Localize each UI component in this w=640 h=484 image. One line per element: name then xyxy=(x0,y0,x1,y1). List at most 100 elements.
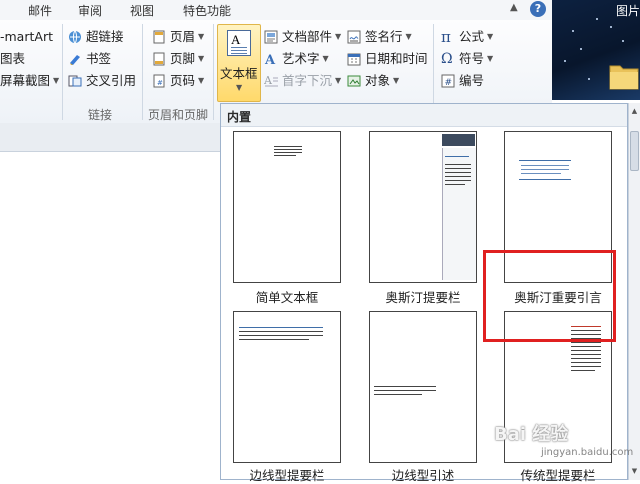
group-separator xyxy=(62,24,63,120)
wordart-icon: A xyxy=(264,53,276,66)
signature-line-icon xyxy=(347,30,361,44)
object-label: 对象 xyxy=(365,73,391,88)
number-button[interactable]: # 编号 xyxy=(441,71,484,91)
gallery-item-label: 简单文本框 xyxy=(255,290,319,305)
chevron-down-icon: ▼ xyxy=(198,32,205,41)
cross-reference-button[interactable]: 交叉引用 xyxy=(68,71,136,91)
chart-button[interactable]: 图表 xyxy=(0,49,25,69)
chevron-down-icon: ▼ xyxy=(335,32,342,41)
page-number-label: 页码 xyxy=(170,73,196,88)
quick-parts-label: 文档部件 xyxy=(282,29,333,44)
footer-label: 页脚 xyxy=(170,51,196,66)
gallery-item-austin-sidebar[interactable] xyxy=(369,131,477,283)
desktop-background: 图片 xyxy=(552,0,640,100)
page-number-button[interactable]: # 页码 ▼ xyxy=(152,71,204,91)
highlight-annotation-box xyxy=(483,250,616,342)
number-icon: # xyxy=(441,74,455,88)
hyperlink-button[interactable]: 超链接 xyxy=(68,27,124,47)
object-button[interactable]: 对象 ▼ xyxy=(347,71,399,91)
drop-cap-button[interactable]: A 首字下沉 ▼ xyxy=(264,71,341,91)
calendar-icon xyxy=(347,53,361,66)
object-icon xyxy=(347,75,361,87)
gallery-item-simple-text-box[interactable] xyxy=(233,131,341,283)
document-ruler xyxy=(0,123,220,152)
smartart-label: -martArt xyxy=(0,29,53,44)
gallery-item-border-sidebar[interactable] xyxy=(233,311,341,463)
baidu-watermark-url: jingyan.baidu.com xyxy=(541,447,634,458)
scroll-up-icon[interactable]: ▲ xyxy=(630,105,639,117)
baidu-watermark: Bai 经验 xyxy=(494,424,569,445)
cross-reference-label: 交叉引用 xyxy=(86,73,137,88)
chevron-down-icon: ▼ xyxy=(53,76,60,85)
header-footer-group-label: 页眉和页脚 xyxy=(148,108,209,122)
chart-label: 图表 xyxy=(0,51,26,66)
tab-special-features[interactable]: 特色功能 xyxy=(183,2,231,19)
equation-label: 公式 xyxy=(459,29,485,44)
quick-parts-button[interactable]: 文档部件 ▼ xyxy=(264,27,341,47)
symbol-button[interactable]: Ω 符号 ▼ xyxy=(441,49,493,69)
chevron-down-icon: ▼ xyxy=(393,76,400,85)
footer-button[interactable]: 页脚 ▼ xyxy=(152,49,204,69)
ribbon-tab-strip: 邮件 审阅 视图 特色功能 ▲ ? xyxy=(0,0,552,21)
hyperlink-label: 超链接 xyxy=(86,29,124,44)
signature-line-label: 签名行 xyxy=(365,29,403,44)
gallery-item-border-quote[interactable] xyxy=(369,311,477,463)
quick-parts-icon xyxy=(264,30,278,44)
gallery-scrollbar[interactable]: ▲ ▼ xyxy=(628,103,640,480)
date-time-label: 日期和时间 xyxy=(365,51,428,66)
pi-icon: π xyxy=(441,28,451,46)
symbol-label: 符号 xyxy=(459,51,485,66)
text-box-button[interactable]: A 文本框 ▼ xyxy=(217,24,261,102)
wordart-label: 艺术字 xyxy=(282,51,320,66)
gallery-section-header: 内置 xyxy=(221,104,627,127)
bookmark-label: 书签 xyxy=(86,51,112,66)
drop-cap-icon: A xyxy=(264,74,278,87)
bookmark-button[interactable]: 书签 xyxy=(68,49,111,69)
chevron-down-icon: ▼ xyxy=(405,32,412,41)
tab-review[interactable]: 审阅 xyxy=(78,2,102,19)
cross-reference-icon xyxy=(68,75,82,87)
document-page[interactable] xyxy=(0,152,220,480)
page-number-icon: # xyxy=(153,74,165,88)
folder-icon[interactable] xyxy=(608,58,640,92)
chevron-down-icon: ▼ xyxy=(487,54,494,63)
header-label: 页眉 xyxy=(170,29,196,44)
desktop-pictures-label: 图片 xyxy=(616,4,640,18)
scroll-thumb[interactable] xyxy=(630,131,639,171)
collapse-ribbon-icon[interactable]: ▲ xyxy=(510,2,518,13)
text-box-icon: A xyxy=(227,30,251,56)
gallery-section-title: 内置 xyxy=(227,110,252,124)
group-separator xyxy=(213,24,214,120)
tab-mailings[interactable]: 邮件 xyxy=(28,2,52,19)
chevron-down-icon: ▼ xyxy=(198,76,205,85)
svg-text:#: # xyxy=(445,78,453,88)
smartart-button[interactable]: -martArt xyxy=(0,27,53,47)
bookmark-icon xyxy=(70,55,80,65)
gallery-item-label: 奥斯汀提要栏 xyxy=(385,290,461,305)
chevron-down-icon: ▼ xyxy=(322,54,329,63)
svg-text:A: A xyxy=(264,74,273,87)
chevron-down-icon: ▼ xyxy=(236,83,243,92)
help-icon[interactable]: ? xyxy=(530,1,546,17)
hyperlink-icon xyxy=(69,30,81,44)
screenshot-label: 屏幕截图 xyxy=(0,73,51,88)
gallery-item-label: 传统型提要栏 xyxy=(520,468,596,483)
header-button[interactable]: 页眉 ▼ xyxy=(152,27,204,47)
equation-button[interactable]: π 公式 ▼ xyxy=(441,27,493,47)
screenshot-button[interactable]: 屏幕截图 ▼ xyxy=(0,71,59,91)
gallery-item-label: 边线型提要栏 xyxy=(249,468,325,483)
svg-text:#: # xyxy=(157,79,163,87)
signature-line-button[interactable]: 签名行 ▼ xyxy=(347,27,412,47)
tab-view[interactable]: 视图 xyxy=(130,2,154,19)
date-time-button[interactable]: 日期和时间 xyxy=(347,49,428,69)
drop-cap-label: 首字下沉 xyxy=(282,73,333,88)
wordart-button[interactable]: A 艺术字 ▼ xyxy=(264,49,329,69)
chevron-down-icon: ▼ xyxy=(487,32,494,41)
omega-icon: Ω xyxy=(441,51,453,67)
gallery-item-label: 边线型引述 xyxy=(391,468,455,483)
number-label: 编号 xyxy=(459,73,485,88)
chevron-down-icon: ▼ xyxy=(335,76,342,85)
scroll-down-icon[interactable]: ▼ xyxy=(630,465,639,477)
links-group-label: 链接 xyxy=(88,108,113,122)
chevron-down-icon: ▼ xyxy=(198,54,205,63)
